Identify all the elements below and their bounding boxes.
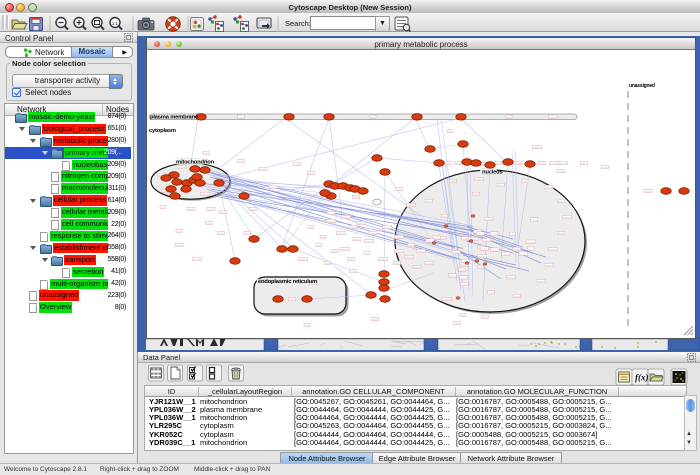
svg-text:cytoplasm: cytoplasm xyxy=(149,128,176,134)
svg-text:nucleus: nucleus xyxy=(482,170,503,176)
svg-text:endoplasmic reticulum: endoplasmic reticulum xyxy=(258,279,317,285)
svg-text:plasma membrane: plasma membrane xyxy=(150,114,199,120)
svg-text:mitochondrion: mitochondrion xyxy=(176,159,215,165)
svg-text:unassigned: unassigned xyxy=(629,83,655,89)
svg-text:f(x): f(x) xyxy=(635,373,649,383)
svg-text:1:1: 1:1 xyxy=(112,21,119,26)
